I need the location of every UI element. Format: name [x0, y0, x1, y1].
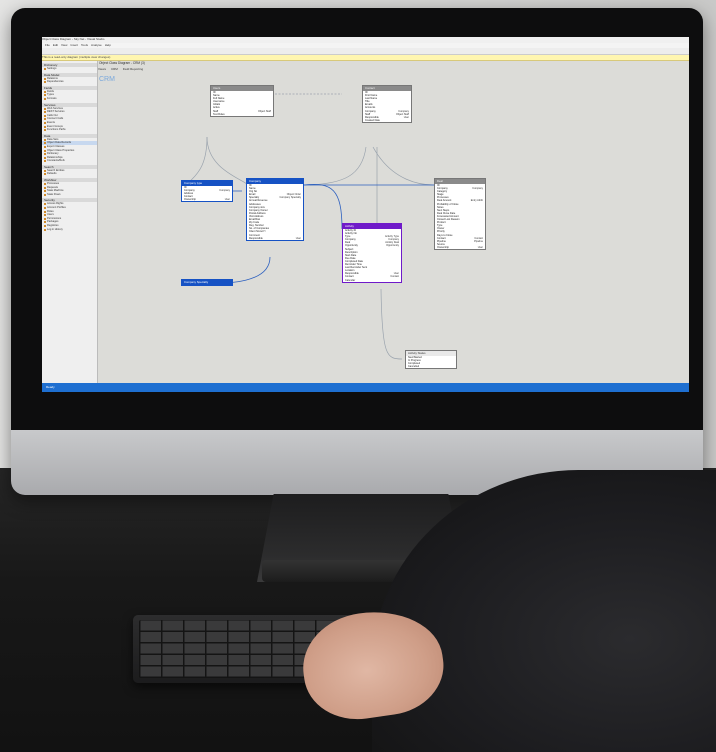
field-type: Company	[472, 187, 483, 191]
sidebar: Dictionary Settings Data Model Relations Dep…	[42, 61, 98, 383]
field-type: User	[295, 236, 301, 240]
tab[interactable]: Field Reporting	[123, 67, 143, 71]
class-box-row[interactable]: Cancelled	[406, 365, 456, 368]
sidebar-item[interactable]: Constants/Refs	[42, 159, 97, 163]
field-name: Ownership	[184, 198, 196, 202]
field-type: User	[403, 115, 409, 119]
field-type: Contact	[390, 275, 399, 279]
class-box-bottomleft[interactable]: Company Specialty	[181, 279, 233, 286]
field-name: Cancelled	[408, 365, 420, 369]
tab[interactable]: Views	[98, 67, 106, 71]
class-box-right[interactable]: Deal ID Company Company Category Stage Process…	[434, 178, 486, 250]
menu-item[interactable]: Analyse	[91, 43, 102, 47]
class-box-row[interactable]: Test Roles	[211, 113, 273, 116]
class-box-row[interactable]: Ownership User	[182, 198, 232, 201]
field-type: Object Staff	[257, 109, 271, 113]
field-type: Opportunity	[386, 244, 399, 248]
sidebar-item[interactable]: Log in History	[42, 228, 97, 232]
class-box-row[interactable]: Calendar	[343, 279, 401, 282]
tab[interactable]: CRM	[111, 67, 118, 71]
menu-item[interactable]: Insert	[70, 43, 78, 47]
sidebar-item[interactable]: Defaults	[42, 172, 97, 176]
field-name: Calendar	[345, 278, 356, 282]
sidebar-item[interactable]: Formats	[42, 97, 97, 101]
menu-item[interactable]: Edit	[53, 43, 58, 47]
class-box-center[interactable]: Company ID Name Org No Email Object Order Spec…	[246, 178, 304, 241]
toolbar	[42, 48, 689, 55]
class-box-middle[interactable]: Activity Activity ID Activity No Type Activi…	[342, 223, 402, 283]
status-bar: Ready	[42, 383, 689, 392]
field-type: User	[477, 245, 483, 249]
info-text: This is a read-only diagram (multiple vi…	[42, 55, 111, 59]
status-text: Ready	[46, 385, 55, 389]
menu-item[interactable]: File	[45, 43, 50, 47]
menu-item[interactable]: Tools	[81, 43, 88, 47]
field-type: User	[224, 198, 230, 202]
document-tabs: Views CRM Field Reporting	[98, 67, 218, 72]
sidebar-item[interactable]: Functions Paths	[42, 128, 97, 132]
class-box-header[interactable]: Company Specialty	[182, 280, 232, 285]
class-box-row[interactable]: Responsible User	[247, 237, 303, 240]
sidebar-item[interactable]: State Flows	[42, 193, 97, 197]
class-box-topright[interactable]: Contact ID First Name Last Name Title Emails A…	[362, 85, 412, 123]
menu-item[interactable]: Help	[105, 43, 111, 47]
field-type: Company Specialty	[279, 196, 301, 200]
class-box-row[interactable]: Ownership User	[435, 246, 485, 249]
menu-item[interactable]: View	[61, 43, 67, 47]
class-box-left[interactable]: Company type ID Company Company Address Conta…	[181, 180, 233, 203]
field-name: Responsible	[249, 236, 263, 240]
class-box-row[interactable]: Created Date	[363, 119, 411, 122]
field-name: Created Date	[365, 118, 380, 122]
diagram-canvas: Users ID Name Full Name Username Initials Acti…	[98, 73, 689, 383]
document-title: Object Class Diagram - CRM (3)	[99, 61, 145, 65]
class-box-topleft[interactable]: Users ID Name Full Name Username Initials Acti…	[210, 85, 274, 117]
monitor-screen: Object Class Diagram - Sky Net - Visual …	[42, 37, 689, 392]
field-type: Pipeline	[474, 239, 483, 243]
field-name: Ownership	[437, 245, 449, 249]
app-title: Object Class Diagram - Sky Net - Visual …	[42, 37, 105, 41]
sidebar-item[interactable]: Settings	[42, 67, 97, 71]
class-box-bottomright[interactable]: Activity Status New/Started In Progress Com…	[405, 350, 457, 370]
field-type: Company	[219, 189, 230, 193]
sidebar-item[interactable]: Dependencies	[42, 80, 97, 84]
field-name: Test Roles	[213, 112, 225, 116]
field-type: Entry Attrib	[470, 199, 483, 203]
